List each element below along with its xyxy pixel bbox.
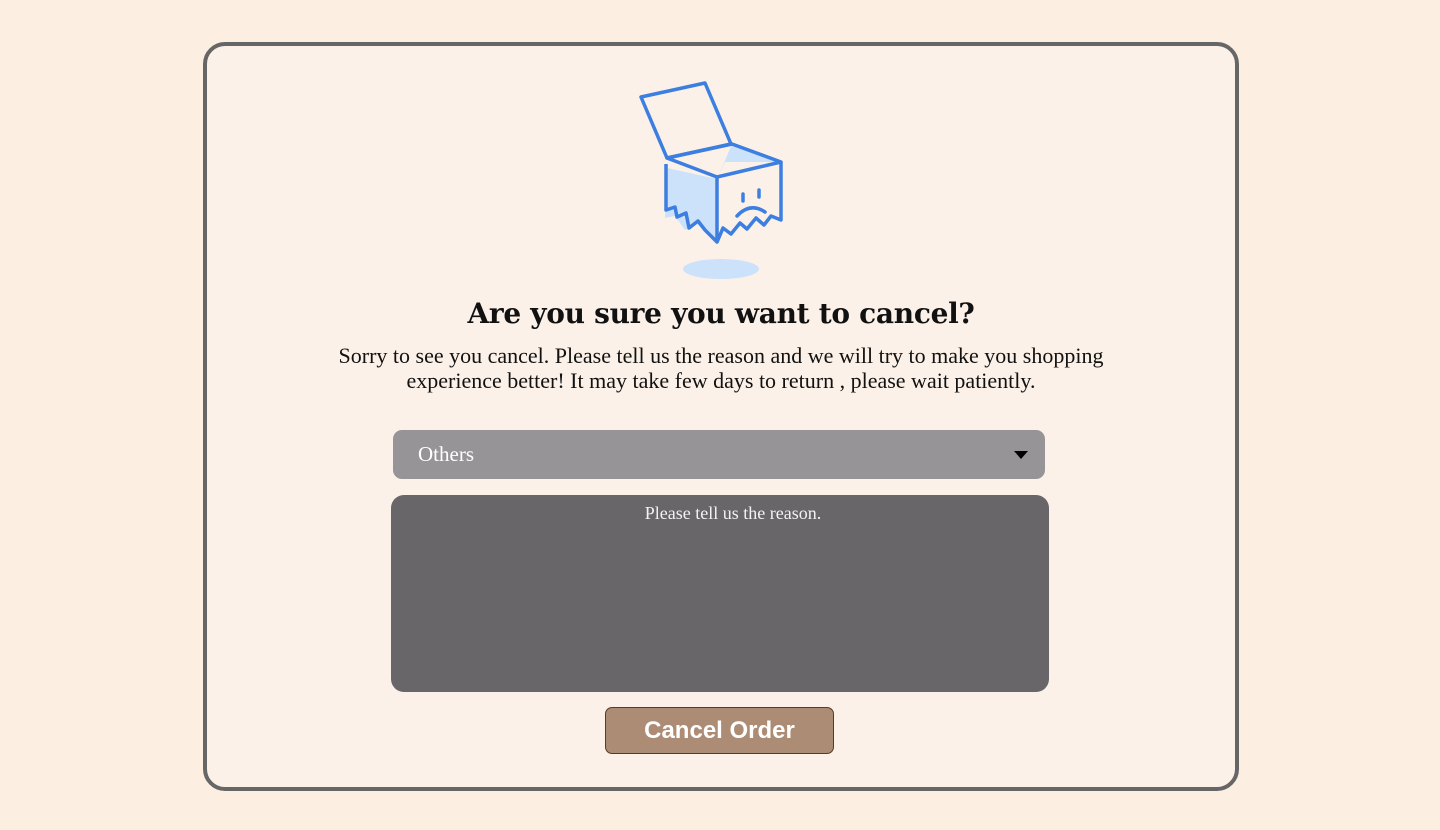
dialog-title: Are you sure you want to cancel? xyxy=(467,297,975,330)
caret-down-icon[interactable] xyxy=(1014,451,1028,459)
sad-mouth xyxy=(735,206,767,218)
dialog-message: Sorry to see you cancel. Please tell us … xyxy=(338,343,1104,393)
box-inner-fill xyxy=(665,168,717,240)
reason-select[interactable]: Others xyxy=(393,430,1045,479)
sad-open-box-icon xyxy=(639,81,783,279)
box-shadow xyxy=(683,259,759,279)
cancel-dialog: Are you sure you want to cancel? Sorry t… xyxy=(203,42,1239,791)
reason-textarea-placeholder: Please tell us the reason. xyxy=(644,503,822,523)
cancel-order-button[interactable]: Cancel Order xyxy=(605,707,834,754)
reason-textarea[interactable]: Please tell us the reason. xyxy=(391,495,1049,692)
reason-select-value: Others xyxy=(418,442,474,466)
